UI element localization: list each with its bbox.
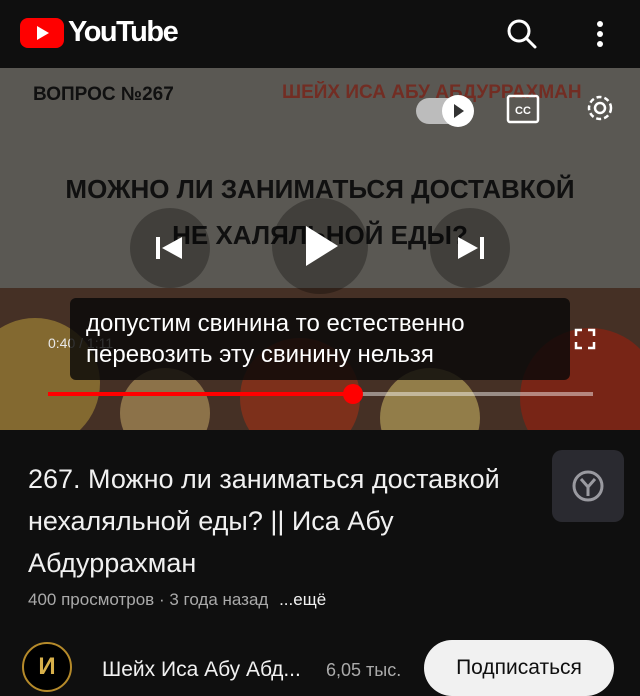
youtube-logo[interactable]: YouTube [20, 16, 179, 49]
caption-line2: перевозить эту свинину нельзя [86, 341, 434, 368]
more-vert-icon[interactable] [580, 14, 620, 54]
brand-wordmark: YouTube [68, 16, 179, 48]
seek-bar[interactable] [48, 384, 593, 404]
fullscreen-icon[interactable] [574, 328, 596, 350]
settings-gear-icon[interactable] [582, 90, 618, 126]
top-app-bar: YouTube [0, 0, 640, 68]
search-icon[interactable] [502, 14, 542, 54]
channel-name[interactable]: Шейх Иса Абу Абд... [102, 658, 301, 682]
overlay-y-button[interactable] [552, 450, 624, 522]
youtube-play-icon [20, 17, 64, 48]
video-player[interactable]: ВОПРОС №267 ШЕЙХ ИСА АБУ АБДУРРАХМАН МОЖ… [0, 68, 640, 430]
meta-separator: · [158, 590, 170, 609]
channel-row: И Шейх Иса Абу Абд... 6,05 тыс. Подписат… [0, 636, 640, 696]
autoplay-toggle[interactable] [416, 95, 474, 127]
subtitle-caption: допустим свинина то естественно перевози… [70, 298, 570, 380]
subscriber-count: 6,05 тыс. [326, 660, 402, 680]
caption-line1: допустим свинина то естественно [86, 310, 465, 337]
closed-captions-icon[interactable]: CC [506, 94, 540, 124]
skip-next-icon [458, 237, 484, 259]
svg-text:CC: CC [515, 105, 531, 117]
play-pause-button[interactable] [272, 198, 368, 294]
view-count: 400 просмотров [28, 590, 155, 609]
play-icon [306, 226, 338, 266]
video-meta: 400 просмотров · 3 года назад ...ещё [28, 590, 326, 610]
skip-previous-icon [156, 237, 182, 259]
previous-button[interactable] [130, 208, 210, 288]
video-title[interactable]: 267. Можно ли заниматься доставкой нехал… [28, 458, 568, 584]
subscribe-button[interactable]: Подписаться [424, 640, 614, 696]
upload-age: 3 года назад [169, 590, 269, 609]
next-button[interactable] [430, 208, 510, 288]
y-logo-icon [572, 470, 604, 502]
show-more-link[interactable]: ...ещё [279, 590, 326, 609]
seek-bar-played [48, 392, 354, 396]
channel-avatar[interactable]: И [22, 642, 72, 692]
autoplay-play-icon [442, 95, 474, 127]
